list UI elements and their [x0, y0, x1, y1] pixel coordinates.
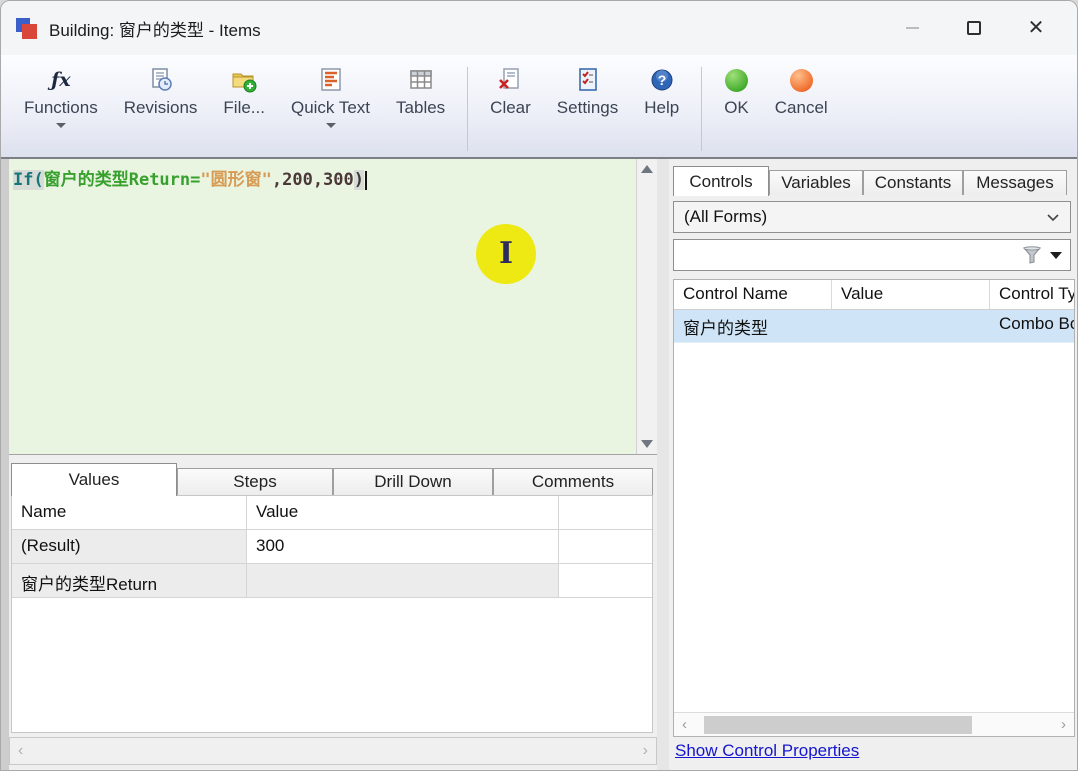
filter-input-box[interactable] [673, 239, 1071, 271]
revisions-button[interactable]: Revisions [111, 65, 211, 118]
minimize-button[interactable] [881, 1, 943, 55]
table-row[interactable]: (Result) 300 [12, 530, 652, 564]
control-value-cell [832, 310, 990, 342]
scroll-right-icon[interactable]: › [643, 742, 648, 760]
controls-tab-bar: Controls Variables Constants Messages [673, 165, 1075, 195]
formula-text: If(窗户的类型Return="圆形窗",200,300) [9, 159, 657, 196]
formula-token-string: "圆形窗" [200, 170, 271, 190]
editor-vertical-scrollbar[interactable] [636, 159, 657, 454]
tab-drill-down[interactable]: Drill Down [333, 468, 493, 495]
close-button[interactable]: ✕ [1005, 1, 1067, 55]
formula-token-keyword: If( [13, 170, 44, 190]
scroll-left-icon[interactable]: ‹ [682, 716, 687, 733]
values-table: Name Value (Result) 300 窗户的类型Return [11, 495, 653, 733]
result-value-cell: 300 [247, 530, 559, 564]
cancel-button[interactable]: Cancel [762, 65, 841, 118]
text-caret [365, 171, 367, 190]
controls-horizontal-scrollbar[interactable]: ‹ › [674, 712, 1074, 736]
title-bar: Building: 窗户的类型 - Items ✕ [1, 1, 1077, 55]
column-header-control-type[interactable]: Control Type [990, 280, 1075, 310]
values-tab-bar: Values Steps Drill Down Comments [11, 461, 655, 495]
app-icon [15, 16, 39, 40]
minimize-icon [906, 27, 919, 29]
tab-controls[interactable]: Controls [673, 166, 769, 196]
cancel-orange-circle-icon [790, 65, 813, 95]
ibeam-cursor-icon: I [499, 239, 513, 269]
column-header-value[interactable]: Value [832, 280, 990, 310]
values-horizontal-scrollbar[interactable]: ‹ › [9, 737, 657, 765]
filter-dropdown-icon[interactable] [1050, 252, 1062, 259]
svg-text:?: ? [657, 72, 666, 88]
file-button[interactable]: File... [210, 65, 278, 118]
formula-token-number: ,200,300 [272, 170, 354, 190]
maximize-button[interactable] [943, 1, 1005, 55]
functions-button[interactable]: ƒx Functions [11, 65, 111, 128]
revisions-document-icon [148, 65, 174, 95]
formula-token-bracket: ) [354, 170, 364, 190]
form-selector-dropdown[interactable]: (All Forms) [673, 201, 1071, 233]
tab-constants[interactable]: Constants [863, 170, 963, 195]
controls-table-header: Control Name Value Control Type [674, 280, 1075, 310]
toolbar-separator [467, 67, 468, 151]
settings-checklist-icon [575, 65, 601, 95]
toolbar-separator [701, 67, 702, 151]
result-name-cell: (Result) [12, 530, 247, 564]
controls-table: Control Name Value Control Type 窗户的类型 Co… [673, 279, 1075, 737]
clear-document-x-icon [497, 65, 523, 95]
tab-variables[interactable]: Variables [769, 170, 863, 195]
table-row[interactable]: 窗户的类型Return [12, 564, 652, 598]
formula-token-operator: = [190, 170, 200, 190]
quick-text-button[interactable]: Quick Text [278, 65, 383, 128]
scroll-right-icon[interactable]: › [1061, 716, 1066, 733]
maximize-icon [967, 21, 981, 35]
help-button[interactable]: ? Help [631, 65, 692, 118]
tab-messages[interactable]: Messages [963, 170, 1067, 195]
close-icon: ✕ [1028, 18, 1045, 38]
ok-button[interactable]: OK [711, 65, 762, 118]
return-value-cell [247, 564, 559, 598]
dialog-window: Building: 窗户的类型 - Items ✕ ƒx Functions [0, 0, 1078, 771]
filter-funnel-icon[interactable] [1022, 246, 1042, 265]
controls-pane: Controls Variables Constants Messages (A… [669, 159, 1077, 770]
pane-divider[interactable] [657, 159, 669, 770]
settings-button[interactable]: Settings [544, 65, 631, 118]
chevron-down-icon [1046, 213, 1060, 222]
table-row-selected[interactable]: 窗户的类型 Combo Box [674, 310, 1075, 343]
quick-text-document-icon [318, 65, 344, 95]
values-table-header: Name Value [12, 496, 652, 530]
scroll-left-icon[interactable]: ‹ [18, 742, 23, 760]
formula-editor[interactable]: If(窗户的类型Return="圆形窗",200,300) I [9, 159, 657, 455]
ok-green-circle-icon [725, 65, 748, 95]
scroll-up-icon[interactable] [641, 165, 653, 173]
tables-button[interactable]: Tables [383, 65, 458, 118]
tables-grid-icon [408, 65, 434, 95]
chevron-down-icon [326, 123, 336, 128]
tab-comments[interactable]: Comments [493, 468, 653, 495]
help-question-icon: ? [649, 65, 675, 95]
functions-fx-icon: ƒx [51, 65, 71, 95]
file-folder-add-icon [231, 65, 257, 95]
mouse-cursor-highlight: I [476, 224, 536, 284]
column-header-value[interactable]: Value [247, 496, 559, 530]
show-control-properties-link[interactable]: Show Control Properties [675, 741, 859, 761]
tab-values[interactable]: Values [11, 463, 177, 496]
tab-steps[interactable]: Steps [177, 468, 333, 495]
column-header-name[interactable]: Name [12, 496, 247, 530]
filter-input[interactable] [682, 246, 1022, 264]
scroll-down-icon[interactable] [641, 440, 653, 448]
return-name-cell: 窗户的类型Return [12, 564, 247, 598]
clear-button[interactable]: Clear [477, 65, 544, 118]
left-pane: If(窗户的类型Return="圆形窗",200,300) I Values S… [1, 159, 657, 770]
control-type-cell: Combo Box [990, 310, 1075, 342]
window-title: Building: 窗户的类型 - Items [49, 16, 261, 41]
formula-token-identifier: 窗户的类型Return [44, 170, 190, 190]
column-header-control-name[interactable]: Control Name [674, 280, 832, 310]
control-name-cell: 窗户的类型 [674, 310, 832, 342]
column-header-extra [559, 496, 652, 530]
chevron-down-icon [56, 123, 66, 128]
toolbar: ƒx Functions Revisions [1, 55, 1077, 159]
scrollbar-thumb[interactable] [704, 716, 972, 734]
